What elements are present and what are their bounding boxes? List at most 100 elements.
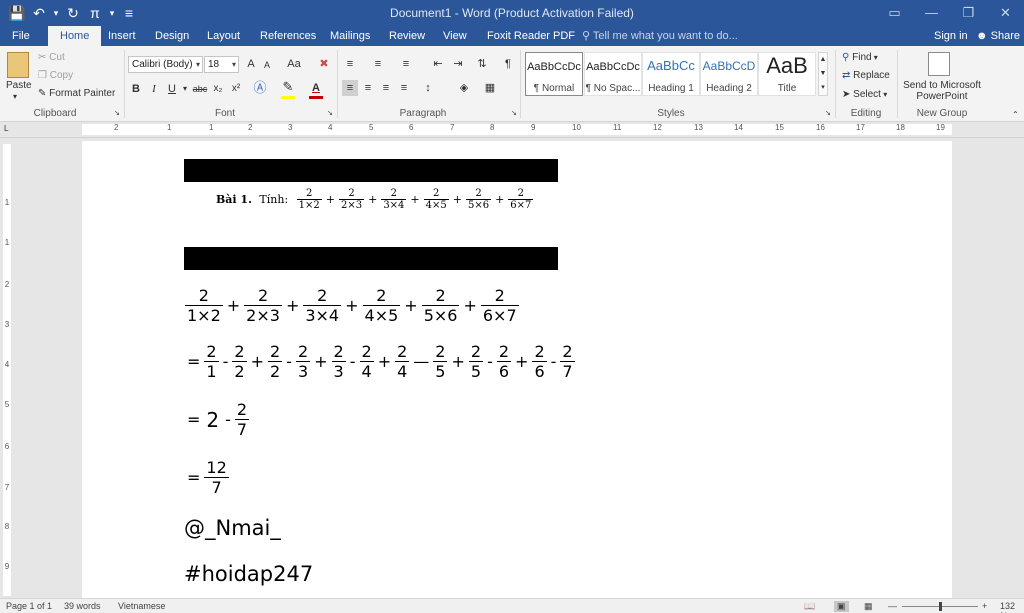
styles-launcher-icon[interactable]: ↘ [825, 109, 831, 117]
vertical-ruler[interactable]: 1 1 2 3 4 5 6 7 8 9 [0, 138, 14, 598]
align-center-icon[interactable]: ≡ [360, 80, 376, 96]
tab-design[interactable]: Design [151, 26, 193, 46]
scissors-icon: ✂ [38, 52, 50, 63]
powerpoint-icon[interactable] [928, 52, 950, 76]
tab-review[interactable]: Review [385, 26, 429, 46]
tab-selector-icon[interactable]: L [4, 124, 8, 133]
tab-foxit[interactable]: Foxit Reader PDF [483, 26, 579, 46]
web-layout-icon[interactable]: ▦ [864, 601, 873, 612]
style-preview: AaBbCcD [702, 59, 756, 73]
tab-mailings[interactable]: Mailings [326, 26, 374, 46]
close-icon[interactable]: ✕ [987, 0, 1024, 26]
minimize-icon[interactable]: — [913, 0, 950, 26]
font-color-icon[interactable]: A [308, 80, 324, 96]
ribbon-display-icon[interactable]: ▭ [876, 0, 913, 26]
send-to-powerpoint-button[interactable]: Send to Microsoft PowerPoint [903, 80, 981, 102]
language[interactable]: Vietnamese [118, 601, 165, 611]
tab-layout[interactable]: Layout [203, 26, 244, 46]
operator: + [410, 193, 420, 206]
tab-insert[interactable]: Insert [104, 26, 140, 46]
zoom-slider-thumb[interactable] [939, 602, 942, 611]
zoom-level[interactable]: 132 % [1000, 601, 1024, 613]
problem-image[interactable]: Bài 1. Tính: 2 1×2 +2 2×3 +2 3×4 +2 4×5 +2 5×6 +2 6… [184, 182, 558, 222]
font-size-value: 18 [208, 59, 220, 70]
grow-font-icon[interactable]: A [243, 56, 259, 72]
word-count[interactable]: 39 words [64, 601, 101, 611]
collapse-ribbon-icon[interactable]: ⌃ [1012, 110, 1019, 119]
align-right-icon[interactable]: ≡ [378, 80, 394, 96]
find-button[interactable]: ⚲ Find ▾ [842, 52, 878, 63]
chevron-down-icon: ▾ [231, 60, 236, 69]
style-heading-1[interactable]: AaBbCc Heading 1 [642, 52, 700, 96]
bold-button[interactable]: B [128, 81, 144, 97]
line-spacing-icon[interactable]: ↕ [420, 80, 436, 96]
font-size-combo[interactable]: 18 ▾ [204, 56, 239, 73]
style-title[interactable]: AaB Title [758, 52, 816, 96]
multilevel-list-icon[interactable]: ≡ [398, 56, 414, 72]
paste-button[interactable]: Paste [6, 80, 32, 91]
send-label-1: Send to Microsoft [903, 80, 981, 91]
paste-dropdown-icon[interactable]: ▾ [13, 92, 17, 101]
paragraph-launcher-icon[interactable]: ↘ [511, 109, 517, 117]
italic-button[interactable]: I [146, 81, 162, 97]
clear-formatting-icon[interactable]: ✖ [316, 56, 332, 72]
ruler-number: 5 [369, 123, 374, 132]
shrink-font-icon[interactable]: A [259, 57, 275, 73]
numbering-icon[interactable]: ≡ [370, 56, 386, 72]
font-name-combo[interactable]: Calibri (Body) ▾ [128, 56, 203, 73]
denominator: 5 [468, 361, 484, 381]
text-effects-icon[interactable]: Ⓐ [252, 80, 268, 96]
fraction: 23 [331, 342, 346, 381]
select-button[interactable]: ➤ Select ▾ [842, 89, 887, 100]
zoom-in-icon[interactable]: + [982, 601, 987, 611]
superscript-button[interactable]: x² [228, 81, 244, 97]
ruler-number: 1 [209, 123, 214, 132]
borders-icon[interactable]: ▦ [482, 80, 498, 96]
operator: + [404, 296, 418, 315]
numerator: 2 [234, 342, 245, 361]
tab-home[interactable]: Home [48, 26, 102, 46]
operator: + [368, 193, 378, 206]
share-button[interactable]: ☻ Share [976, 26, 1020, 46]
format-painter-button[interactable]: ✎ Format Painter [38, 88, 115, 99]
tell-me-box[interactable]: ⚲ Tell me what you want to do... [582, 26, 738, 46]
tab-references[interactable]: References [256, 26, 320, 46]
clipboard-launcher-icon[interactable]: ↘ [114, 109, 120, 117]
increase-indent-icon[interactable]: ⇥ [450, 56, 466, 72]
change-case-icon[interactable]: Aa [283, 56, 305, 72]
shading-icon[interactable]: ◈ [456, 80, 472, 96]
paste-icon[interactable] [7, 52, 29, 78]
highlight-icon[interactable]: ✎ [280, 79, 296, 95]
ruler-number: 19 [936, 123, 945, 132]
tab-view[interactable]: View [439, 26, 471, 46]
tab-file[interactable]: File [8, 26, 34, 46]
pilcrow-icon[interactable]: ¶ [500, 56, 516, 72]
page-count[interactable]: Page 1 of 1 [6, 601, 52, 611]
font-launcher-icon[interactable]: ↘ [327, 109, 333, 117]
strikethrough-button[interactable]: abc [190, 81, 210, 97]
replace-button[interactable]: ⇄ Replace [842, 70, 890, 81]
style-heading-2[interactable]: AaBbCcD Heading 2 [700, 52, 758, 96]
numerator: 2 [198, 286, 209, 305]
styles-scroll[interactable]: ▲ ▼ ▾ [818, 52, 828, 96]
fraction: 25 [433, 342, 448, 381]
bullets-icon[interactable]: ≡ [342, 56, 358, 72]
fraction: 2 4×5 [362, 286, 401, 325]
horizontal-ruler[interactable]: L 2 1 1 2 3 4 5 6 7 8 9 10 11 12 13 14 15 16 17 18 19 [0, 122, 1024, 138]
decrease-indent-icon[interactable]: ⇤ [430, 56, 446, 72]
subscript-button[interactable]: x₂ [210, 81, 226, 97]
copy-button[interactable]: ❐ Copy [38, 70, 73, 81]
sort-icon[interactable]: ⇅ [474, 56, 490, 72]
restore-icon[interactable]: ❐ [950, 0, 987, 26]
align-left-icon[interactable]: ≡ [342, 80, 358, 96]
read-mode-icon[interactable]: 📖 [804, 601, 815, 612]
style-no-spacing[interactable]: AaBbCcDc ¶ No Spac... [584, 52, 642, 96]
separator [520, 50, 521, 118]
numerator: 2 [498, 342, 510, 361]
zoom-out-icon[interactable]: — [888, 601, 897, 611]
justify-icon[interactable]: ≡ [396, 80, 412, 96]
sign-in-link[interactable]: Sign in [934, 26, 968, 46]
cut-button[interactable]: ✂ Cut [38, 52, 65, 63]
style-normal[interactable]: AaBbCcDc ¶ Normal [525, 52, 583, 96]
print-layout-icon[interactable]: ▣ [834, 601, 849, 612]
